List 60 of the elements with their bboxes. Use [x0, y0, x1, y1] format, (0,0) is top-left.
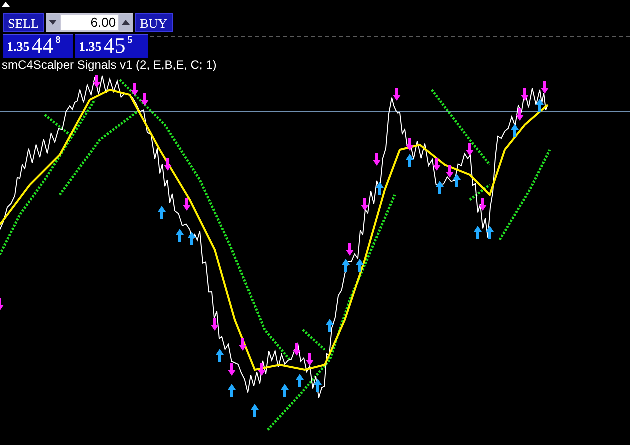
buy-signal-arrow [296, 374, 304, 387]
buy-signal-arrow [511, 124, 519, 137]
sell-signal-arrow [228, 363, 236, 376]
sell-signal-arrow [258, 363, 266, 376]
sell-signal-arrow [211, 318, 219, 331]
buy-signal-arrow [356, 259, 364, 272]
sell-signal-arrow [93, 75, 101, 88]
buy-signal-arrow [453, 174, 461, 187]
sell-signal-arrow [541, 81, 549, 94]
buy-signal-arrow [436, 181, 444, 194]
bid-price-pips: 44 [32, 35, 54, 57]
indicator-label: smC4Scalper Signals v1 (2, E,B,E, C; 1) [2, 58, 217, 72]
buy-signal-arrow [281, 384, 289, 397]
bid-price-prefix: 1.35 [7, 39, 30, 56]
buy-signal-arrow [376, 182, 384, 195]
sell-signal-arrow [466, 143, 474, 156]
sell-signal-arrow [373, 153, 381, 166]
ask-price-pips: 45 [104, 35, 126, 57]
buy-signal-arrow [158, 206, 166, 219]
bid-price-fraction: 8 [56, 35, 61, 46]
sell-signal-arrow [141, 93, 149, 106]
sell-signal-arrow [0, 298, 4, 311]
sell-signal-arrow [406, 138, 414, 151]
up-caret-icon [122, 20, 130, 25]
buy-signal-arrow [314, 379, 322, 392]
sell-signal-arrow [521, 88, 529, 101]
sell-signal-arrow [131, 83, 139, 96]
buy-signal-arrow [188, 232, 196, 245]
collapse-triangle-icon[interactable] [2, 2, 10, 7]
sell-signal-arrow [164, 158, 172, 171]
buy-signal-arrow [176, 229, 184, 242]
buy-signal-arrow [474, 226, 482, 239]
sell-signal-arrow [516, 108, 524, 121]
sell-signal-arrow [361, 198, 369, 211]
buy-signal-arrow [216, 349, 224, 362]
sell-signal-arrow [239, 338, 247, 351]
sell-signal-arrow [183, 198, 191, 211]
dotted-band-line [469, 184, 491, 201]
sell-signal-arrow [479, 198, 487, 211]
buy-signal-arrow [228, 384, 236, 397]
sell-signal-arrow [346, 243, 354, 256]
ask-price-fraction: 5 [128, 35, 133, 46]
lot-size-field[interactable]: 6.00 [46, 13, 134, 32]
decrease-button[interactable] [46, 14, 60, 31]
sell-signal-arrow [293, 343, 301, 356]
increase-button[interactable] [119, 14, 134, 31]
buy-signal-arrow [326, 319, 334, 332]
buy-signal-arrow [342, 259, 350, 272]
sell-button[interactable]: SELL [3, 13, 44, 32]
buy-button[interactable]: BUY [135, 13, 173, 32]
down-caret-icon [49, 20, 58, 25]
buy-signal-arrow [406, 154, 414, 167]
sell-signal-arrow [393, 88, 401, 101]
ask-price-prefix: 1.35 [79, 39, 102, 56]
sell-signal-arrow [433, 158, 441, 171]
sell-signal-arrow [446, 165, 454, 178]
buy-signal-arrow [251, 404, 259, 417]
sell-signal-arrow [306, 353, 314, 366]
buy-signal-arrow [486, 226, 494, 239]
buy-signal-arrow [536, 99, 544, 112]
